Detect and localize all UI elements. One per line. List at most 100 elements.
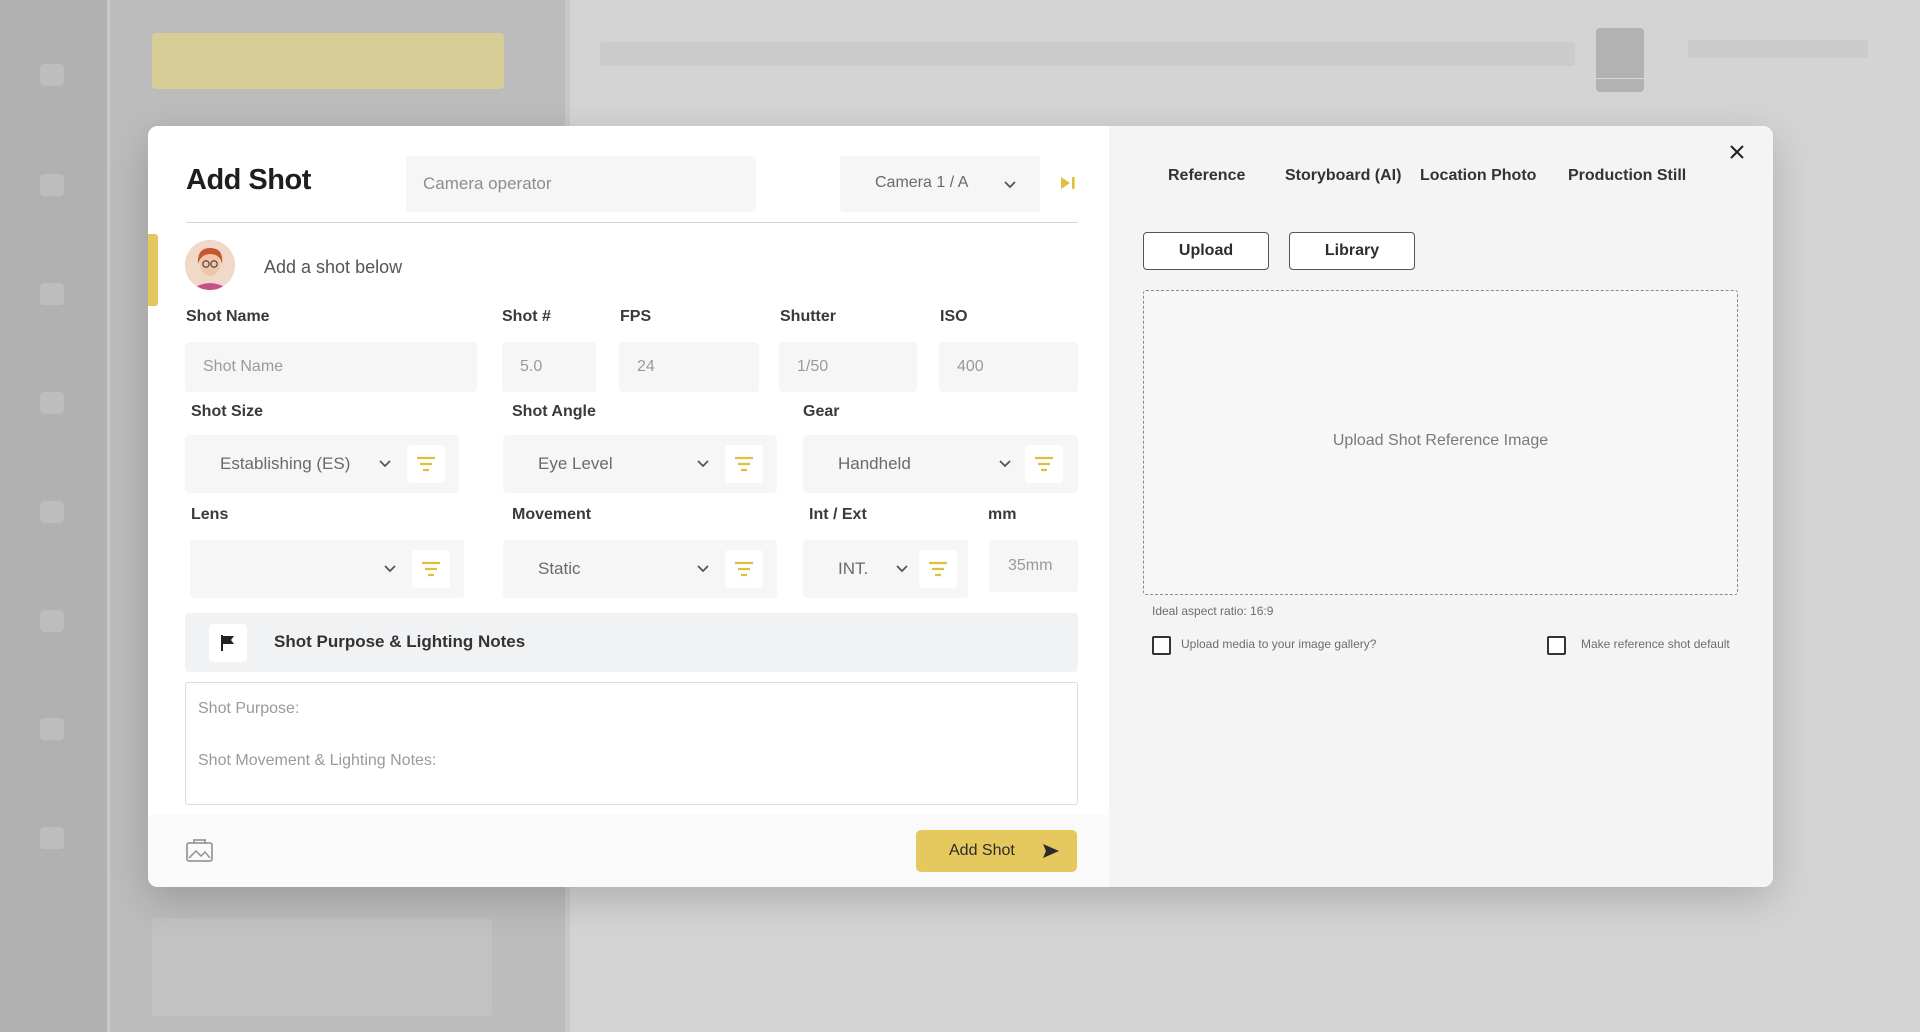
mm-input[interactable]: 35mm — [989, 540, 1078, 592]
send-icon — [1043, 844, 1059, 858]
avatar — [185, 240, 235, 290]
background-nav-icon — [40, 283, 64, 305]
active-indicator — [148, 234, 158, 306]
movement-select[interactable]: Static — [503, 540, 777, 598]
shot-purpose-placeholder: Shot Purpose: — [198, 700, 300, 717]
add-shot-hint: Add a shot below — [264, 257, 403, 277]
notes-header[interactable]: Shot Purpose & Lighting Notes — [185, 613, 1078, 672]
fps-label: FPS — [620, 308, 652, 325]
lighting-notes-placeholder: Shot Movement & Lighting Notes: — [198, 752, 437, 769]
shutter-input[interactable]: 1/50 — [779, 342, 917, 392]
shot-size-value: Establishing (ES) — [220, 454, 351, 473]
user-avatar-icon — [185, 240, 235, 290]
chevron-down-icon — [896, 565, 908, 573]
library-button-label: Library — [1324, 242, 1380, 259]
background-nav-icon — [40, 392, 64, 414]
header-divider — [186, 222, 1078, 223]
close-icon[interactable] — [1726, 141, 1748, 163]
filter-icon — [929, 561, 947, 577]
tab-reference[interactable]: Reference — [1168, 167, 1245, 185]
int-ext-select[interactable]: INT. — [803, 540, 968, 598]
default-checkbox[interactable] — [1547, 636, 1566, 655]
chevron-down-icon — [999, 460, 1011, 468]
shot-number-label: Shot # — [502, 308, 551, 325]
camera-operator-placeholder: Camera operator — [423, 174, 552, 193]
background-nav-icon — [40, 174, 64, 196]
shot-form-panel: Add Shot Camera operator Camera 1 / A Ad… — [148, 126, 1109, 887]
chevron-down-icon — [384, 565, 396, 573]
chevron-down-icon — [1004, 181, 1016, 189]
background-nav-icon — [40, 610, 64, 632]
lens-label: Lens — [191, 506, 229, 523]
image-icon[interactable] — [186, 839, 213, 862]
gear-label: Gear — [803, 403, 840, 420]
tab-location-photo[interactable]: Location Photo — [1420, 167, 1536, 185]
chevron-down-icon — [697, 460, 709, 468]
shot-angle-select[interactable]: Eye Level — [503, 435, 777, 493]
camera-select[interactable]: Camera 1 / A — [840, 156, 1040, 212]
skip-next-button[interactable] — [1048, 163, 1088, 203]
shot-angle-filter-button[interactable] — [725, 445, 763, 483]
tabs-divider — [1155, 78, 1731, 79]
gallery-checkbox-label: Upload media to your image gallery? — [1181, 637, 1377, 651]
reference-dropzone[interactable]: Upload Shot Reference Image — [1143, 290, 1738, 595]
camera-operator-input[interactable]: Camera operator — [406, 156, 756, 212]
tab-storyboard[interactable]: Storyboard (AI) — [1285, 167, 1401, 185]
background-nav-icon — [40, 501, 64, 523]
dialog-footer: Add Shot — [148, 815, 1109, 887]
tab-production-still[interactable]: Production Still — [1568, 167, 1686, 185]
skip-next-icon — [1061, 177, 1075, 189]
shot-size-label: Shot Size — [191, 403, 264, 420]
shot-size-filter-button[interactable] — [407, 445, 445, 483]
int-ext-value: INT. — [838, 559, 869, 578]
aspect-ratio-note: Ideal aspect ratio: 16:9 — [1152, 604, 1274, 618]
gear-select[interactable]: Handheld — [803, 435, 1078, 493]
shot-name-label: Shot Name — [186, 308, 270, 325]
gear-value: Handheld — [838, 454, 911, 473]
notes-heading: Shot Purpose & Lighting Notes — [274, 632, 526, 651]
chevron-down-icon — [379, 460, 391, 468]
add-shot-button-label: Add Shot — [949, 842, 1015, 859]
shot-name-placeholder: Shot Name — [203, 358, 284, 375]
fps-input[interactable]: 24 — [619, 342, 759, 392]
chevron-down-icon — [697, 565, 709, 573]
mm-label: mm — [988, 506, 1017, 523]
background-search-bar — [152, 33, 504, 89]
lens-filter-button[interactable] — [412, 550, 450, 588]
filter-icon — [422, 561, 440, 577]
shot-size-select[interactable]: Establishing (ES) — [185, 435, 459, 493]
filter-icon — [735, 561, 753, 577]
shot-angle-label: Shot Angle — [512, 403, 596, 420]
notes-textarea[interactable]: Shot Purpose: Shot Movement & Lighting N… — [185, 682, 1078, 805]
add-shot-button[interactable]: Add Shot — [916, 830, 1077, 872]
background-toolbar — [600, 42, 1575, 66]
upload-button-label: Upload — [1178, 242, 1234, 259]
flag-button[interactable] — [209, 624, 247, 662]
shot-number-input[interactable]: 5.0 — [502, 342, 596, 392]
flag-icon — [221, 635, 234, 651]
background-nav-rail — [0, 0, 107, 1032]
shutter-label: Shutter — [780, 308, 836, 325]
movement-label: Movement — [512, 506, 592, 523]
shot-angle-value: Eye Level — [538, 454, 613, 473]
dialog-title: Add Shot — [186, 164, 311, 196]
movement-filter-button[interactable] — [725, 550, 763, 588]
int-ext-filter-button[interactable] — [919, 550, 957, 588]
lens-select[interactable] — [190, 540, 464, 598]
filter-icon — [735, 456, 753, 472]
iso-input[interactable]: 400 — [939, 342, 1078, 392]
iso-value: 400 — [957, 358, 984, 375]
fps-value: 24 — [637, 358, 655, 375]
gallery-checkbox[interactable] — [1152, 636, 1171, 655]
iso-label: ISO — [940, 308, 968, 325]
library-button[interactable]: Library — [1289, 232, 1415, 270]
default-checkbox-label: Make reference shot default — [1581, 637, 1730, 651]
int-ext-label: Int / Ext — [809, 506, 867, 523]
upload-button[interactable]: Upload — [1143, 232, 1269, 270]
gear-filter-button[interactable] — [1025, 445, 1063, 483]
shot-number-value: 5.0 — [520, 358, 543, 375]
shot-name-input[interactable]: Shot Name — [185, 342, 477, 392]
shutter-value: 1/50 — [797, 358, 829, 375]
background-card — [152, 918, 492, 1016]
background-nav-icon — [40, 827, 64, 849]
